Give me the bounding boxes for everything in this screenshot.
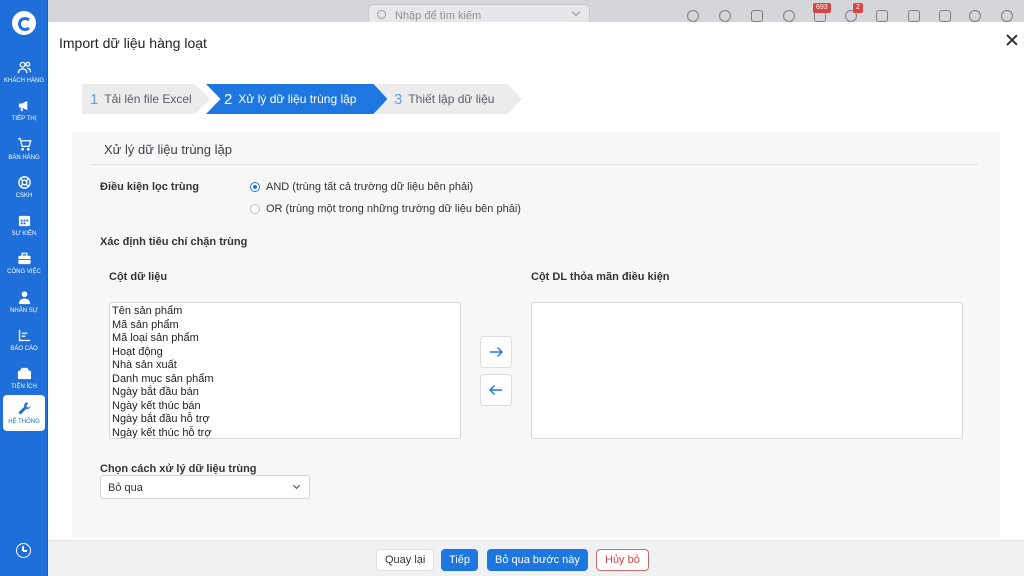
sidebar-item-label: SỰ KIỆN — [11, 231, 37, 237]
wrench-icon — [17, 402, 31, 415]
add-icon[interactable] — [719, 10, 731, 22]
profile-icon[interactable] — [969, 10, 981, 22]
list-item[interactable]: Ngày bắt đầu bán — [112, 386, 458, 400]
modal-title: Import dữ liệu hàng loạt — [59, 35, 207, 51]
step-label: Thiết lập dữ liệu — [408, 92, 495, 106]
matching-columns-label: Cột DL thỏa mãn điều kiện — [531, 271, 670, 283]
import-modal: Import dữ liệu hàng loạt 1 Tải lên file … — [48, 22, 1024, 576]
close-icon[interactable] — [1006, 34, 1018, 46]
radio-button[interactable] — [250, 182, 260, 192]
columns-label: Cột dữ liệu — [109, 271, 168, 283]
sidebar-item-sales[interactable]: BÁN HÀNG — [3, 131, 45, 167]
next-button[interactable]: Tiếp — [441, 549, 478, 571]
sidebar-item-tasks[interactable]: CÔNG VIỆC — [3, 245, 45, 281]
sidebar-item-reports[interactable]: BÁO CÁO — [3, 322, 45, 358]
chat-badge: 2 — [853, 3, 863, 13]
condition-label: Điều kiện lọc trùng — [100, 181, 200, 193]
radio-button[interactable] — [250, 204, 260, 214]
arrow-right-icon — [490, 347, 503, 357]
notification-badge: 693 — [813, 3, 831, 13]
move-right-button[interactable] — [480, 336, 512, 368]
refresh-icon[interactable] — [783, 10, 795, 22]
sidebar-item-marketing[interactable]: TIẾP THỊ — [3, 92, 45, 128]
step-label: Tải lên file Excel — [104, 92, 192, 106]
calendar-icon[interactable] — [876, 10, 888, 22]
columns-listbox[interactable]: Tên sản phẩm Mã sản phẩm Mã loại sản phẩ… — [109, 302, 461, 439]
list-item[interactable]: Ngày bắt đầu hỗ trợ — [112, 413, 458, 427]
handling-label: Chọn cách xử lý dữ liệu trùng — [100, 463, 257, 475]
radio-and[interactable]: AND (trùng tất cả trường dữ liệu bên phả… — [250, 181, 473, 193]
step-number: 2 — [224, 90, 233, 108]
sidebar-item-customers[interactable]: KHÁCH HÀNG — [3, 54, 45, 90]
list-item[interactable]: Tên sản phẩm — [112, 305, 458, 319]
sidebar-item-utilities[interactable]: TIỆN ÍCH — [3, 360, 45, 396]
list-item[interactable]: Hoạt động — [112, 346, 458, 360]
handling-select[interactable]: Bỏ qua — [100, 475, 310, 499]
chart-icon[interactable] — [908, 10, 920, 22]
chevron-down-icon — [571, 7, 581, 17]
divider — [92, 164, 978, 165]
sidebar-item-label: CÔNG VIỆC — [7, 269, 41, 275]
skip-step-button[interactable]: Bỏ qua bước này — [487, 549, 588, 571]
radio-label: AND (trùng tất cả trường dữ liệu bên phả… — [266, 181, 474, 193]
sidebar: KHÁCH HÀNG TIẾP THỊ BÁN HÀNG CSKH SỰ KIỆ… — [0, 0, 48, 576]
step-duplicate-handling[interactable]: 2 Xử lý dữ liệu trùng lặp — [206, 84, 388, 114]
back-button[interactable]: Quay lại — [376, 549, 435, 571]
sidebar-item-label: BÁN HÀNG — [8, 155, 40, 161]
step-upload-excel[interactable]: 1 Tải lên file Excel — [82, 84, 210, 114]
sidebar-item-label: NHÂN SỰ — [10, 308, 38, 314]
handling-select-value: Bỏ qua — [108, 482, 143, 494]
step-number: 1 — [90, 90, 99, 108]
report-icon — [18, 329, 30, 342]
search-icon — [377, 10, 386, 19]
person-icon — [18, 291, 30, 305]
sidebar-item-hr[interactable]: NHÂN SỰ — [3, 284, 45, 320]
modal-footer: Quay lại Tiếp Bỏ qua bước này Hủy bỏ — [48, 540, 1024, 576]
gear-icon[interactable] — [1001, 10, 1013, 22]
list-item[interactable]: Mã sản phẩm — [112, 319, 458, 333]
step-number: 3 — [394, 90, 403, 108]
matching-columns-listbox[interactable] — [531, 302, 963, 439]
sidebar-item-label: KHÁCH HÀNG — [3, 78, 44, 84]
clock-icon[interactable] — [16, 543, 31, 558]
list-item[interactable]: Ngày kết thúc bán — [112, 400, 458, 414]
list-item[interactable]: Nhà sản xuất — [112, 359, 458, 373]
sidebar-item-label: TIẾP THỊ — [11, 116, 37, 122]
list-item[interactable]: Danh mục sản phẩm — [112, 373, 458, 387]
search-placeholder: Nhập để tìm kiếm — [395, 10, 482, 22]
utilities-icon — [17, 367, 31, 380]
list-item[interactable]: Mã loại sản phẩm — [112, 332, 458, 346]
arrow-left-icon — [489, 385, 502, 395]
criteria-label: Xác định tiêu chí chặn trùng — [100, 236, 248, 248]
radio-label: OR (trùng một trong những trường dữ liệu… — [266, 203, 521, 215]
sidebar-item-system[interactable]: HỆ THỐNG — [3, 395, 45, 431]
cart-icon — [17, 138, 31, 151]
top-bar: Nhập để tìm kiếm 693 2 — [48, 0, 1024, 26]
calendar-icon — [18, 215, 30, 227]
sidebar-item-label: HỆ THỐNG — [8, 419, 40, 425]
step-label: Xử lý dữ liệu trùng lặp — [238, 92, 357, 106]
sidebar-item-label: BÁO CÁO — [10, 346, 38, 352]
sidebar-item-label: TIỆN ÍCH — [11, 384, 37, 390]
sidebar-item-events[interactable]: SỰ KIỆN — [3, 207, 45, 243]
lifebuoy-icon — [17, 176, 31, 189]
step-data-setup[interactable]: 3 Thiết lập dữ liệu — [374, 84, 522, 114]
chevron-down-icon — [292, 481, 301, 490]
cancel-button[interactable]: Hủy bỏ — [596, 549, 649, 571]
users-icon — [17, 61, 31, 74]
radio-or[interactable]: OR (trùng một trong những trường dữ liệu… — [250, 203, 521, 215]
alert-icon[interactable] — [687, 10, 699, 22]
list-item[interactable]: Ngày kết thúc hỗ trợ — [112, 427, 458, 439]
section-title: Xử lý dữ liệu trùng lặp — [104, 142, 232, 157]
sidebar-item-label: CSKH — [15, 193, 33, 199]
app-logo[interactable] — [12, 11, 36, 35]
sidebar-item-support[interactable]: CSKH — [3, 169, 45, 205]
checkbox-icon[interactable] — [939, 10, 951, 22]
move-left-button[interactable] — [480, 374, 512, 406]
briefcase-icon — [17, 252, 31, 265]
list-icon[interactable] — [751, 10, 763, 22]
megaphone-icon — [18, 100, 27, 112]
